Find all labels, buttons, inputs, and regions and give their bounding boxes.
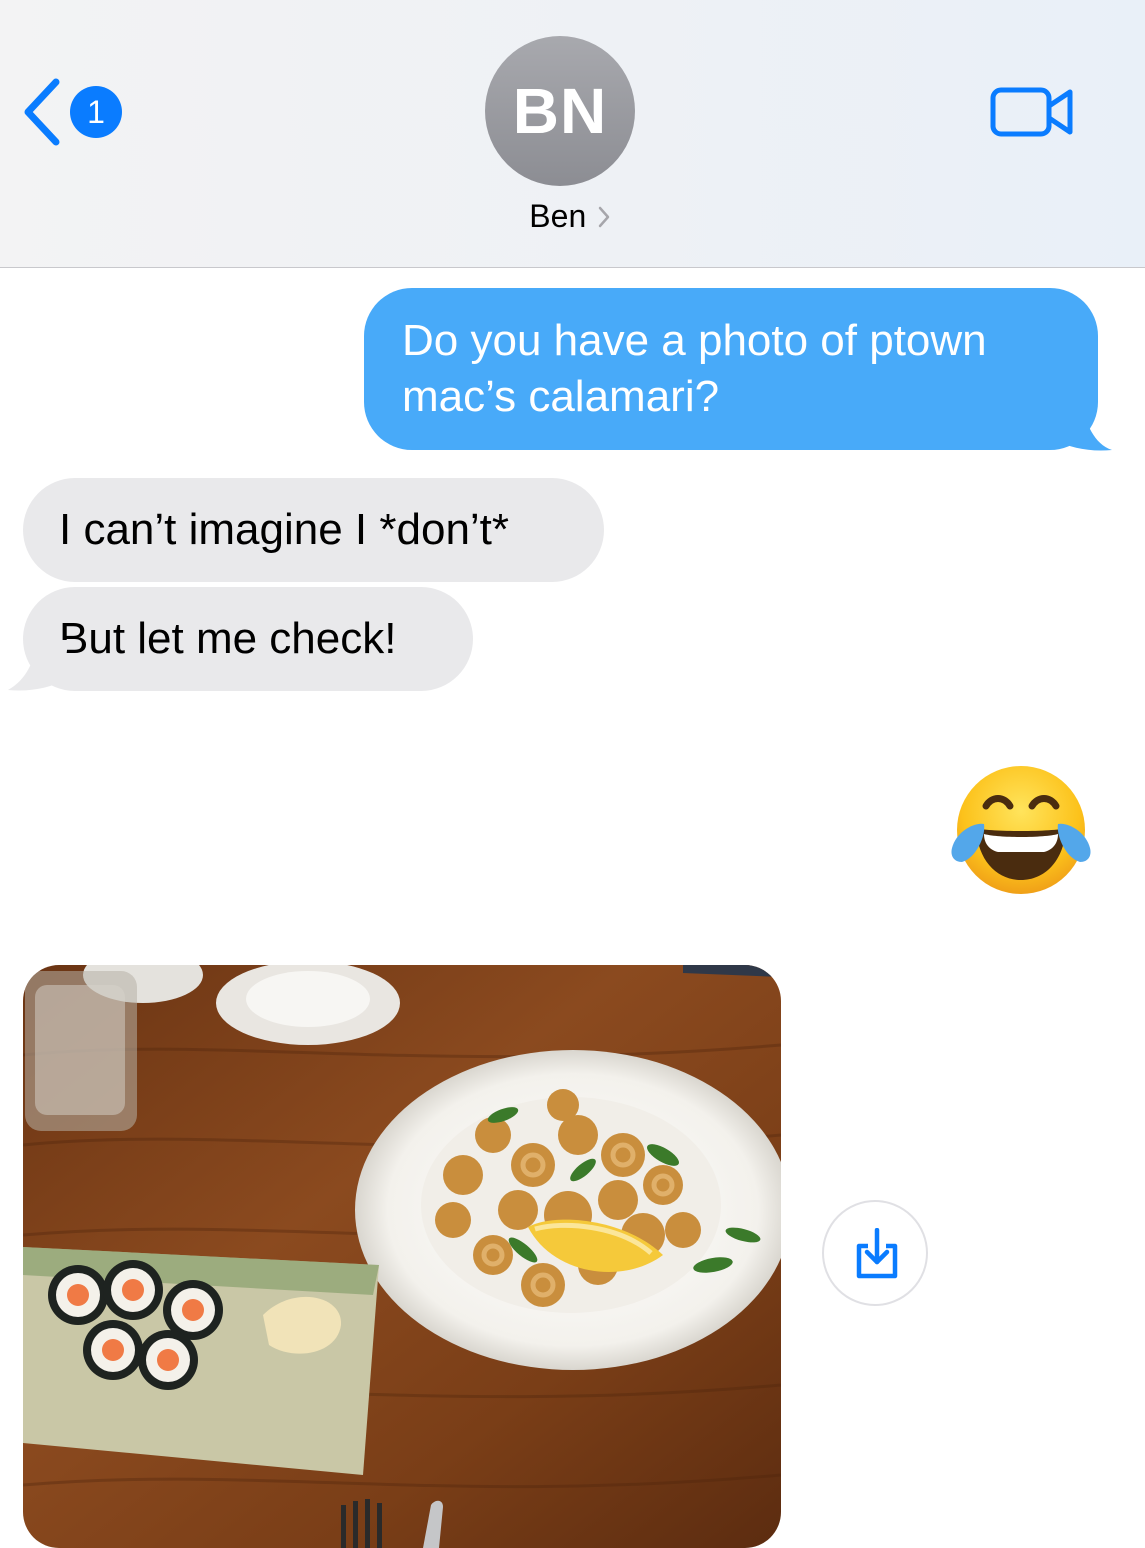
chevron-left-icon <box>24 78 60 146</box>
received-message-bubble[interactable]: But let me check! <box>23 587 473 691</box>
save-download-icon <box>856 1228 898 1279</box>
conversation-header: 1 BN Ben <box>0 0 1145 268</box>
unread-count-badge: 1 <box>70 86 122 138</box>
message-text: Do you have a photo of ptown mac’s calam… <box>402 316 987 421</box>
calamari-photo-image <box>23 965 781 1548</box>
facetime-video-button[interactable] <box>990 84 1076 145</box>
sent-message-bubble[interactable]: Do you have a photo of ptown mac’s calam… <box>364 288 1098 450</box>
photo-attachment[interactable] <box>23 965 781 1548</box>
messages-screen: 1 BN Ben Do you have a photo of ptown ma… <box>0 0 1145 1548</box>
chevron-right-icon <box>598 206 609 227</box>
contact-name: Ben <box>529 198 587 234</box>
contact-avatar[interactable]: BN <box>485 36 635 186</box>
message-text: But let me check! <box>59 614 397 663</box>
contact-name-button[interactable]: Ben <box>480 198 660 242</box>
back-button[interactable]: 1 <box>22 76 122 146</box>
bubble-tail <box>1050 400 1112 451</box>
received-message-bubble[interactable]: I can’t imagine I *don’t* <box>23 478 604 582</box>
bubble-tail <box>8 640 68 691</box>
message-text: I can’t imagine I *don’t* <box>59 505 510 554</box>
facetime-video-icon <box>990 87 1073 137</box>
save-photo-button[interactable] <box>822 1200 928 1306</box>
tears-of-joy-emoji[interactable] <box>948 762 1094 898</box>
